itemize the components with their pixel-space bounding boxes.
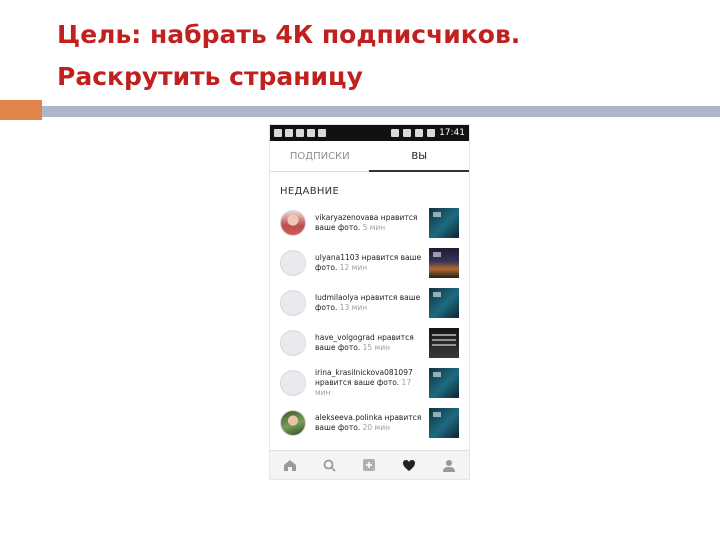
facebook-icon bbox=[296, 129, 304, 137]
title-divider bbox=[42, 106, 720, 117]
post-thumbnail[interactable] bbox=[429, 368, 459, 398]
title-accent-bar bbox=[0, 100, 42, 120]
list-item[interactable]: irina_krasilnickova081097 нравится ваше … bbox=[270, 363, 469, 403]
profile-icon[interactable] bbox=[439, 455, 459, 475]
signal-icon bbox=[415, 129, 424, 137]
add-user-icon bbox=[318, 129, 326, 137]
battery-icon bbox=[427, 129, 436, 137]
username[interactable]: irina_krasilnickova081097 bbox=[315, 368, 413, 377]
activity-time: 5 мин bbox=[360, 223, 386, 232]
post-thumbnail[interactable] bbox=[429, 248, 459, 278]
list-item[interactable]: ulyana1103 нравится ваше фото. 12 мин bbox=[270, 243, 469, 283]
status-time: 17:41 bbox=[439, 128, 465, 138]
slide-title-line-2: Раскрутить страницу bbox=[57, 62, 363, 91]
username[interactable]: ulyana1103 bbox=[315, 253, 359, 262]
activity-text: have_volgograd нравится ваше фото. 15 ми… bbox=[315, 333, 425, 353]
username[interactable]: have_volgograd bbox=[315, 333, 375, 342]
avatar[interactable] bbox=[280, 250, 306, 276]
post-thumbnail[interactable] bbox=[429, 288, 459, 318]
activity-time: 12 мин bbox=[337, 263, 368, 272]
heart-icon[interactable] bbox=[399, 455, 419, 475]
bottom-navigation bbox=[270, 450, 469, 479]
list-item[interactable]: alekseeva.polinka нравится ваше фото. 20… bbox=[270, 403, 469, 443]
post-thumbnail[interactable] bbox=[429, 408, 459, 438]
section-title: НЕДАВНИЕ bbox=[280, 186, 340, 197]
active-tab-indicator bbox=[369, 170, 469, 172]
activity-time: 15 мин bbox=[360, 343, 390, 352]
avatar[interactable] bbox=[280, 210, 306, 236]
activity-tabs: ПОДПИСКИ ВЫ bbox=[270, 141, 469, 172]
phone-screenshot: 17:41 ПОДПИСКИ ВЫ НЕДАВНИЕ vikaryazenova… bbox=[270, 125, 469, 479]
username[interactable]: vikaryazenovaвa bbox=[315, 213, 378, 222]
activity-text: irina_krasilnickova081097 нравится ваше … bbox=[315, 368, 425, 398]
post-thumbnail[interactable] bbox=[429, 208, 459, 238]
activity-list: vikaryazenovaвa нравится ваше фото. 5 ми… bbox=[270, 203, 469, 443]
list-item[interactable]: have_volgograd нравится ваше фото. 15 ми… bbox=[270, 323, 469, 363]
activity-text: alekseeva.polinka нравится ваше фото. 20… bbox=[315, 413, 425, 433]
avatar[interactable] bbox=[280, 330, 306, 356]
activity-text: ludmilaolya нравится ваше фото. 13 мин bbox=[315, 293, 425, 313]
activity-time: 20 мин bbox=[360, 423, 390, 432]
username[interactable]: ludmilaolya bbox=[315, 293, 358, 302]
wifi-icon bbox=[403, 129, 412, 137]
search-icon[interactable] bbox=[320, 455, 340, 475]
slide-title-line-1: Цель: набрать 4К подписчиков. bbox=[57, 20, 521, 49]
activity-text: vikaryazenovaвa нравится ваше фото. 5 ми… bbox=[315, 213, 425, 233]
slide-title: Цель: набрать 4К подписчиков. Раскрутить… bbox=[57, 14, 697, 98]
username[interactable]: alekseeva.polinka bbox=[315, 413, 382, 422]
home-icon[interactable] bbox=[280, 455, 300, 475]
tab-following[interactable]: ПОДПИСКИ bbox=[270, 141, 370, 171]
notification-icon bbox=[274, 129, 282, 137]
avatar[interactable] bbox=[280, 290, 306, 316]
list-item[interactable]: vikaryazenovaвa нравится ваше фото. 5 ми… bbox=[270, 203, 469, 243]
alarm-icon bbox=[391, 129, 400, 137]
activity-action: нравится ваше фото. bbox=[315, 378, 400, 387]
add-post-icon[interactable] bbox=[359, 455, 379, 475]
list-item[interactable]: ludmilaolya нравится ваше фото. 13 мин bbox=[270, 283, 469, 323]
activity-text: ulyana1103 нравится ваше фото. 12 мин bbox=[315, 253, 425, 273]
avatar[interactable] bbox=[280, 410, 306, 436]
download-icon bbox=[285, 129, 293, 137]
telegram-icon bbox=[307, 129, 315, 137]
avatar[interactable] bbox=[280, 370, 306, 396]
tab-you[interactable]: ВЫ bbox=[370, 141, 470, 171]
post-thumbnail[interactable] bbox=[429, 328, 459, 358]
status-bar: 17:41 bbox=[270, 125, 469, 141]
activity-time: 13 мин bbox=[337, 303, 368, 312]
